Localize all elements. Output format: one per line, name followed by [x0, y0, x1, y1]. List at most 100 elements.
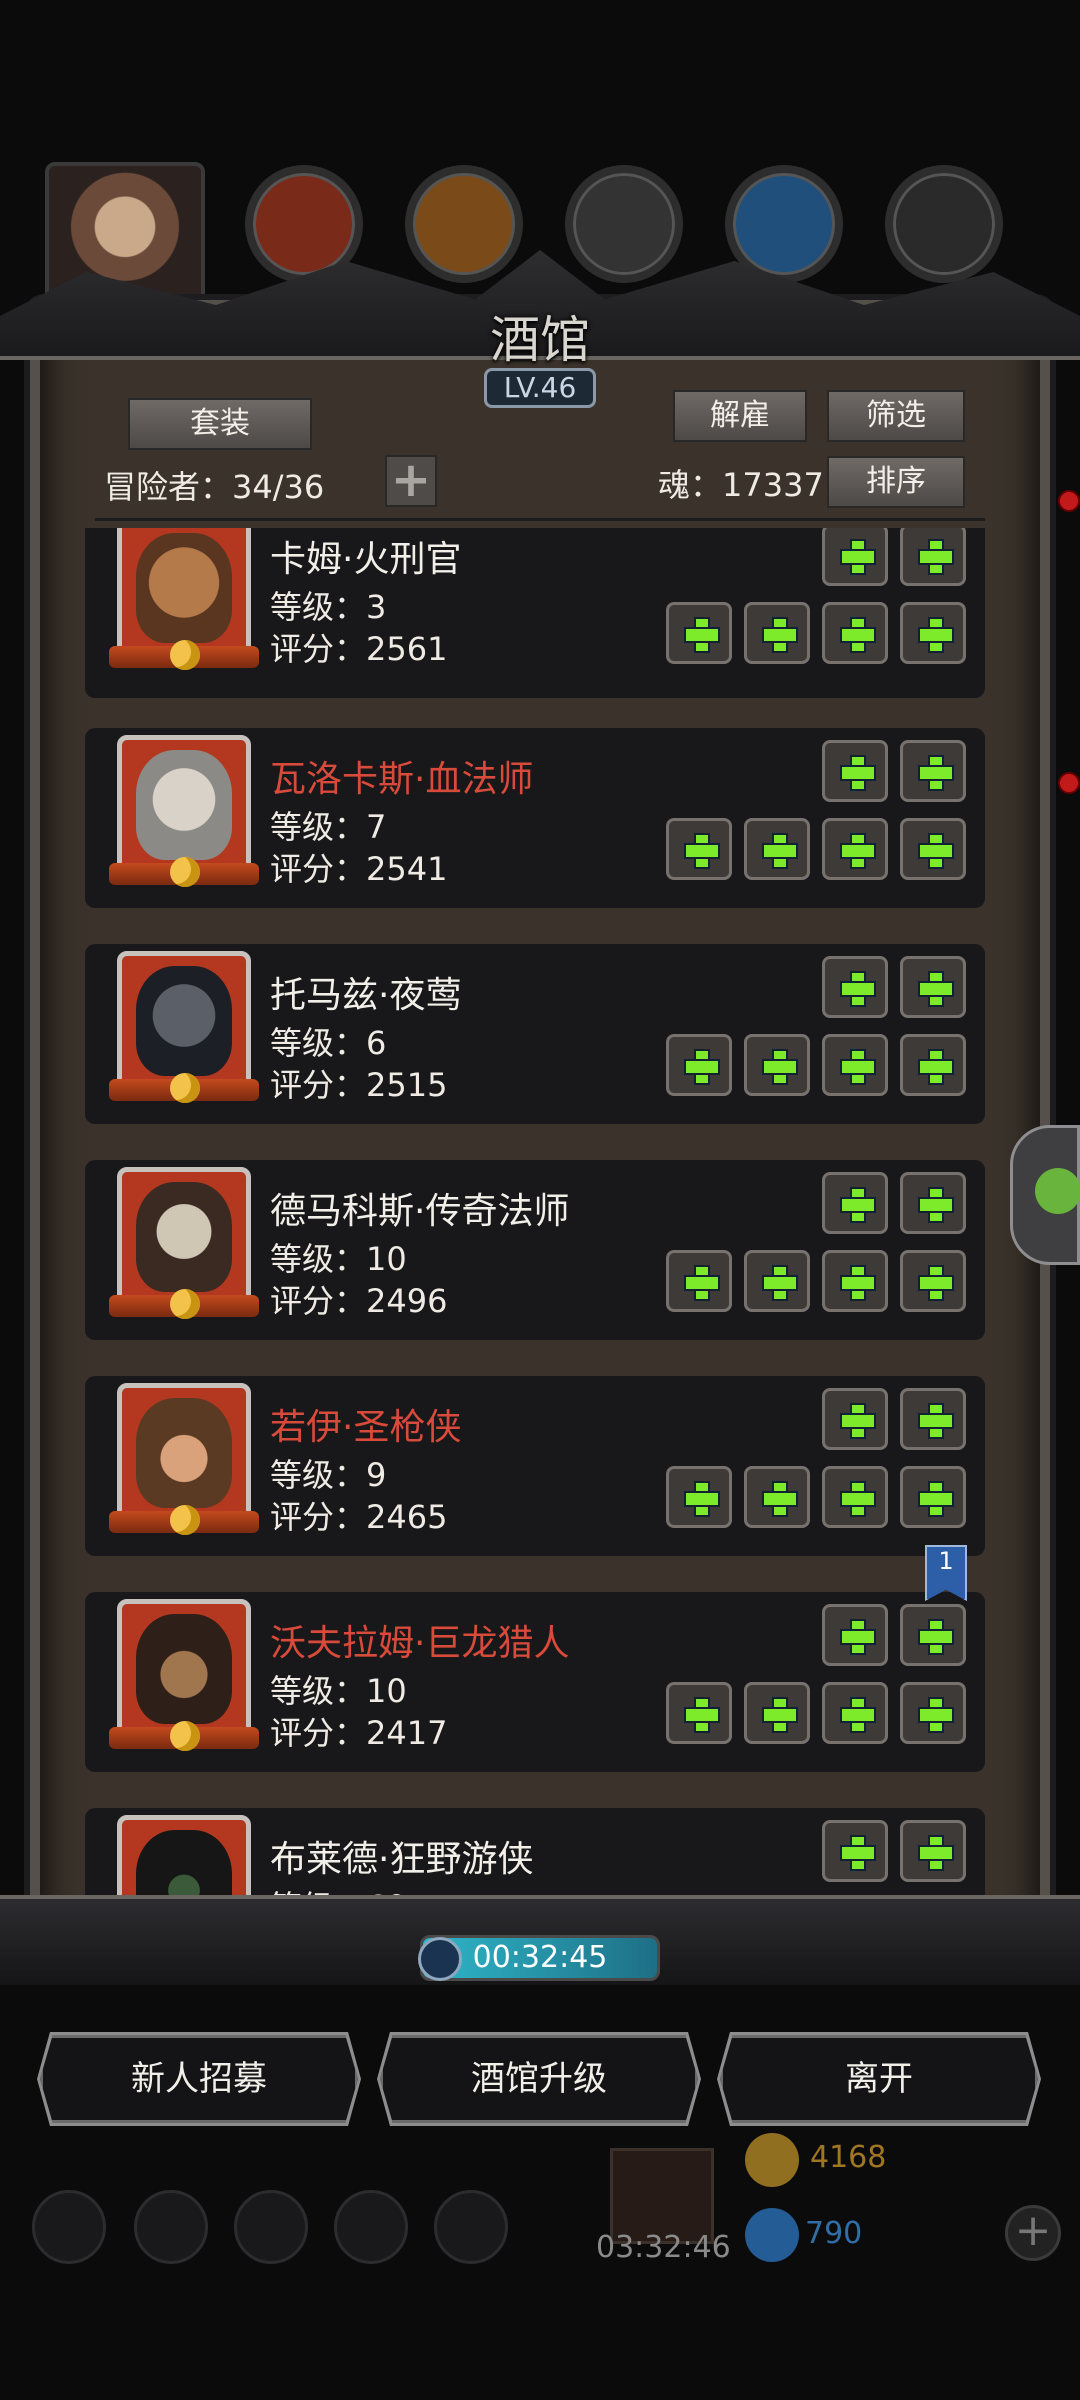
header-divider: [95, 518, 985, 521]
equip-slot-plus-icon[interactable]: [900, 1388, 966, 1450]
hero-portrait[interactable]: [117, 1167, 251, 1307]
adventurer-count: 冒险者：34/36: [104, 468, 325, 506]
equip-slot-plus-icon[interactable]: [900, 1604, 966, 1666]
amulet-slot-plus-icon[interactable]: [900, 1466, 966, 1528]
hero-name: 布莱德·狂野游侠: [270, 1839, 534, 1880]
equip-slot-plus-icon[interactable]: [900, 1172, 966, 1234]
armor-slot-plus-icon[interactable]: [744, 1034, 810, 1096]
gem-icon: [745, 2208, 799, 2262]
hero-card[interactable]: 沃夫拉姆·巨龙猎人 等级：10 评分：2417: [85, 1592, 985, 1772]
hero-level: 等级：10: [270, 1240, 407, 1278]
ring-slot-plus-icon[interactable]: [822, 1034, 888, 1096]
hero-score: 评分：2515: [270, 1066, 448, 1104]
hero-level: 等级：7: [270, 808, 387, 846]
armor-slot-plus-icon[interactable]: [744, 1250, 810, 1312]
gold-amount: 4168: [810, 2140, 887, 2175]
equip-slot-plus-icon[interactable]: [822, 740, 888, 802]
weapon-slot-plus-icon[interactable]: [666, 1250, 732, 1312]
moon-icon: [170, 1505, 200, 1535]
armor-slot-plus-icon[interactable]: [744, 1466, 810, 1528]
equip-slot-plus-icon[interactable]: [900, 528, 966, 586]
hero-name: 卡姆·火刑官: [270, 539, 462, 580]
hero-card[interactable]: 若伊·圣枪侠 等级：9 评分：2465: [85, 1376, 985, 1556]
moon-icon: [170, 640, 200, 670]
armor-slot-plus-icon[interactable]: [744, 602, 810, 664]
equip-slot-plus-icon[interactable]: [822, 956, 888, 1018]
tavern-level-badge: LV.46: [484, 368, 596, 408]
weapon-slot-plus-icon[interactable]: [666, 602, 732, 664]
gem-amount: 790: [805, 2216, 863, 2251]
ring-slot-plus-icon[interactable]: [822, 602, 888, 664]
hero-score: 评分：2465: [270, 1498, 448, 1536]
hero-portrait[interactable]: [117, 1383, 251, 1523]
filter-button[interactable]: 筛选: [827, 390, 965, 442]
hero-card[interactable]: 托马兹·夜莺 等级：6 评分：2515: [85, 944, 985, 1124]
equip-slot-plus-icon[interactable]: [900, 956, 966, 1018]
ring-slot-plus-icon[interactable]: [822, 1466, 888, 1528]
suit-button[interactable]: 套装: [128, 398, 312, 450]
ring-slot-plus-icon[interactable]: [822, 818, 888, 880]
add-currency-plus-icon: +: [1005, 2205, 1061, 2261]
expand-roster-plus-icon[interactable]: +: [385, 455, 437, 507]
hero-level: 等级：3: [270, 588, 387, 626]
hero-portrait[interactable]: [117, 1599, 251, 1739]
amulet-slot-plus-icon[interactable]: [900, 818, 966, 880]
hero-level: 等级：6: [270, 1024, 387, 1062]
amulet-slot-plus-icon[interactable]: [900, 602, 966, 664]
chat-tab[interactable]: [1010, 1125, 1080, 1265]
hero-score: 评分：2417: [270, 1714, 448, 1752]
equip-slot-plus-icon[interactable]: [900, 1820, 966, 1882]
moon-icon: [170, 857, 200, 887]
hero-name: 沃夫拉姆·巨龙猎人: [270, 1623, 570, 1664]
hero-card[interactable]: 德马科斯·传奇法师 等级：10 评分：2496: [85, 1160, 985, 1340]
hero-name: 托马兹·夜莺: [270, 975, 462, 1016]
weapon-slot-plus-icon[interactable]: [666, 1034, 732, 1096]
hero-portrait[interactable]: [117, 735, 251, 875]
mail-icon: [334, 2190, 408, 2264]
hero-name: 德马科斯·传奇法师: [270, 1191, 570, 1232]
hero-name: 瓦洛卡斯·血法师: [270, 759, 534, 800]
hero-portrait[interactable]: [117, 951, 251, 1091]
hero-portrait[interactable]: [117, 528, 251, 658]
equip-slot-plus-icon[interactable]: [900, 740, 966, 802]
soul-count: 魂：17337: [658, 466, 824, 504]
sort-button[interactable]: 排序: [827, 456, 965, 508]
codex-icon: [234, 2190, 308, 2264]
moon-icon: [170, 1721, 200, 1751]
resource-metal-icon: [885, 165, 1003, 283]
amulet-slot-plus-icon[interactable]: [900, 1034, 966, 1096]
equip-slot-plus-icon[interactable]: [822, 1388, 888, 1450]
weapon-slot-plus-icon[interactable]: [666, 1466, 732, 1528]
amulet-slot-plus-icon[interactable]: [900, 1250, 966, 1312]
hero-score: 评分：2541: [270, 850, 448, 888]
hero-name: 若伊·圣枪侠: [270, 1407, 462, 1448]
hero-card[interactable]: 瓦洛卡斯·血法师 等级：7 评分：2541: [85, 728, 985, 908]
moon-icon: [170, 1289, 200, 1319]
equip-slot-plus-icon[interactable]: [822, 1820, 888, 1882]
armor-slot-plus-icon[interactable]: [744, 1682, 810, 1744]
armor-slot-plus-icon[interactable]: [744, 818, 810, 880]
weapon-slot-plus-icon[interactable]: [666, 818, 732, 880]
equip-slot-plus-icon[interactable]: [822, 1604, 888, 1666]
settings-icon: [32, 2190, 106, 2264]
equip-slot-plus-icon[interactable]: [822, 528, 888, 586]
equip-slot-plus-icon[interactable]: [822, 1172, 888, 1234]
tasks-icon: [434, 2190, 508, 2264]
dismiss-button[interactable]: 解雇: [673, 390, 807, 442]
resource-stone-icon: [565, 165, 683, 283]
weapon-slot-plus-icon[interactable]: [666, 1682, 732, 1744]
gift-timer: 03:32:46: [596, 2230, 731, 2265]
ring-slot-plus-icon[interactable]: [822, 1682, 888, 1744]
hero-level: 等级：9: [270, 1456, 387, 1494]
notification-dot: [1058, 490, 1080, 512]
amulet-slot-plus-icon[interactable]: [900, 1682, 966, 1744]
hero-level: 等级：10: [270, 1672, 407, 1710]
recruit-button[interactable]: 新人招募: [40, 2035, 358, 2123]
hero-score: 评分：2496: [270, 1282, 448, 1320]
clock-icon: [418, 1937, 462, 1981]
upgrade-tavern-button[interactable]: 酒馆升级: [380, 2035, 698, 2123]
hero-list[interactable]: 卡姆·火刑官 等级：3 评分：2561 瓦洛卡斯·血法师 等级：7 评分：254…: [85, 528, 995, 1913]
hero-card[interactable]: 卡姆·火刑官 等级：3 评分：2561: [85, 528, 985, 698]
ring-slot-plus-icon[interactable]: [822, 1250, 888, 1312]
leave-button[interactable]: 离开: [720, 2035, 1038, 2123]
